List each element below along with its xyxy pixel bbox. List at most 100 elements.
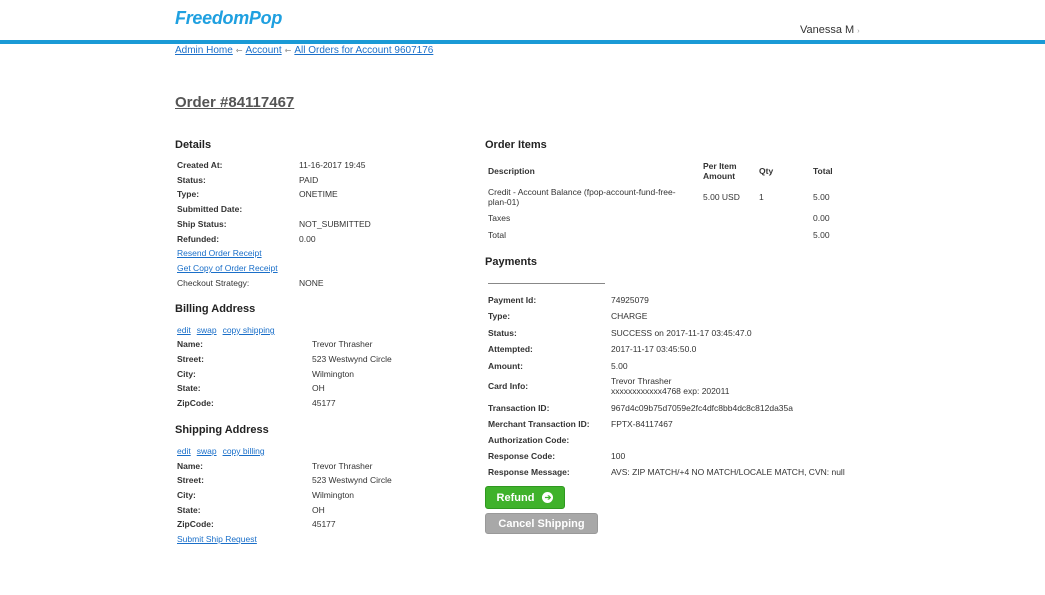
- billing-zip-value: 45177: [312, 398, 336, 408]
- response-code-value: 100: [611, 451, 626, 461]
- col-per-item-line2: Amount: [703, 171, 736, 181]
- chevron-right-icon: ›: [857, 28, 860, 35]
- authorization-code-label: Authorization Code:: [488, 435, 570, 445]
- response-code-label: Response Code:: [488, 451, 556, 461]
- col-per-item-amount: Per Item Amount: [703, 161, 737, 181]
- type-label: Type:: [177, 189, 200, 199]
- checkout-strategy-label: Checkout Strategy:: [177, 278, 250, 288]
- billing-actions: edit swap copy shipping: [177, 325, 281, 335]
- shipping-street-label: Street:: [177, 475, 204, 485]
- item-description: Credit - Account Balance (fpop-account-f…: [488, 187, 693, 207]
- billing-swap-link[interactable]: swap: [197, 325, 217, 335]
- response-message-value: AVS: ZIP MATCH/+4 NO MATCH/LOCALE MATCH,…: [611, 467, 845, 477]
- ship-status-label: Ship Status:: [177, 219, 227, 229]
- shipping-heading: Shipping Address: [175, 424, 269, 436]
- merchant-transaction-id-value: FPTX-84117467: [611, 419, 673, 429]
- resend-receipt-link[interactable]: Resend Order Receipt: [177, 248, 262, 258]
- breadcrumb-all-orders[interactable]: All Orders for Account 9607176: [294, 45, 433, 56]
- payment-amount-label: Amount:: [488, 361, 523, 371]
- payments-heading: Payments: [485, 256, 537, 268]
- ship-status-value: NOT_SUBMITTED: [299, 219, 371, 229]
- item-total: 5.00: [813, 192, 830, 202]
- shipping-actions: edit swap copy billing: [177, 446, 271, 456]
- col-description: Description: [488, 166, 535, 176]
- shipping-swap-link[interactable]: swap: [197, 446, 217, 456]
- status-value: PAID: [299, 175, 319, 185]
- billing-name-value: Trevor Thrasher: [312, 339, 373, 349]
- refund-label: Refund: [496, 491, 535, 504]
- cancel-shipping-button[interactable]: Cancel Shipping: [485, 513, 598, 534]
- arrow-left-icon: ⇽: [284, 46, 292, 55]
- item-price: 5.00 USD: [703, 192, 740, 202]
- created-at-value: 11-16-2017 19:45: [299, 160, 366, 170]
- billing-heading: Billing Address: [175, 303, 256, 315]
- shipping-state-label: State:: [177, 505, 201, 515]
- payment-attempted-label: Attempted:: [488, 344, 533, 354]
- taxes-value: 0.00: [813, 213, 830, 223]
- payment-attempted-value: 2017-11-17 03:45:50.0: [611, 344, 697, 354]
- shipping-name-value: Trevor Thrasher: [312, 461, 373, 471]
- payment-type-label: Type:: [488, 311, 511, 321]
- created-at-label: Created At:: [177, 160, 223, 170]
- shipping-state-value: OH: [312, 505, 325, 515]
- payment-status-label: Status:: [488, 328, 517, 338]
- payment-status-value: SUCCESS on 2017-11-17 03:45:47.0: [611, 328, 752, 338]
- billing-street-label: Street:: [177, 354, 204, 364]
- shipping-city-label: City:: [177, 490, 196, 500]
- shipping-edit-link[interactable]: edit: [177, 446, 191, 456]
- card-info-label: Card Info:: [488, 381, 529, 391]
- billing-state-label: State:: [177, 383, 201, 393]
- copy-receipt-link[interactable]: Get Copy of Order Receipt: [177, 263, 278, 273]
- user-menu[interactable]: Vanessa M ›: [800, 24, 860, 36]
- arrow-right-circle-icon: ➔: [542, 492, 554, 503]
- payment-type-value: CHARGE: [611, 311, 648, 321]
- submitted-date-label: Submitted Date:: [177, 204, 243, 214]
- details-heading: Details: [175, 139, 212, 151]
- col-qty: Qty: [759, 166, 774, 176]
- breadcrumb: Admin Home ⇽ Account ⇽ All Orders for Accoun…: [175, 45, 433, 56]
- shipping-zip-value: 45177: [312, 519, 336, 529]
- payment-id-label: Payment Id:: [488, 295, 537, 305]
- card-info-value: Trevor Thrasher xxxxxxxxxxxx4768 exp: 20…: [611, 376, 729, 396]
- freedompop-logo[interactable]: FreedomPop: [175, 8, 282, 29]
- col-per-item-line1: Per Item: [703, 161, 737, 171]
- total-label: Total: [488, 230, 506, 240]
- col-total: Total: [813, 166, 833, 176]
- billing-city-value: Wilmington: [312, 369, 355, 379]
- shipping-street-value: 523 Westwynd Circle: [312, 475, 392, 485]
- breadcrumb-admin-home[interactable]: Admin Home: [175, 45, 233, 56]
- transaction-id-value: 967d4c09b75d7059e2fc4dfc8bb4dc8c812da35a: [611, 403, 793, 413]
- item-description-line2: plan-01): [488, 197, 520, 207]
- breadcrumb-account[interactable]: Account: [246, 45, 282, 56]
- card-number: xxxxxxxxxxxx4768 exp: 202011: [611, 386, 730, 396]
- billing-zip-label: ZipCode:: [177, 398, 214, 408]
- billing-state-value: OH: [312, 383, 325, 393]
- page-title: Order #84117467: [175, 94, 295, 111]
- status-label: Status:: [177, 175, 206, 185]
- shipping-city-value: Wilmington: [312, 490, 355, 500]
- user-name: Vanessa M: [800, 24, 855, 36]
- shipping-zip-label: ZipCode:: [177, 519, 214, 529]
- submit-ship-request-link[interactable]: Submit Ship Request: [177, 534, 257, 544]
- refund-button[interactable]: Refund ➔: [485, 486, 565, 509]
- response-message-label: Response Message:: [488, 467, 570, 477]
- taxes-label: Taxes: [488, 213, 511, 223]
- item-qty: 1: [759, 192, 764, 202]
- refunded-value: 0.00: [299, 234, 316, 244]
- transaction-id-label: Transaction ID:: [488, 403, 550, 413]
- billing-city-label: City:: [177, 369, 196, 379]
- total-value: 5.00: [813, 230, 830, 240]
- shipping-copy-billing-link[interactable]: copy billing: [223, 446, 265, 456]
- shipping-name-label: Name:: [177, 461, 203, 471]
- billing-name-label: Name:: [177, 339, 203, 349]
- payment-id-value: 74925079: [611, 295, 649, 305]
- billing-edit-link[interactable]: edit: [177, 325, 191, 335]
- refunded-label: Refunded:: [177, 234, 220, 244]
- billing-street-value: 523 Westwynd Circle: [312, 354, 392, 364]
- payment-amount-value: 5.00: [611, 361, 628, 371]
- order-items-heading: Order Items: [485, 139, 547, 151]
- payments-divider: [488, 283, 605, 284]
- checkout-strategy-value: NONE: [299, 278, 324, 288]
- top-accent-bar: [0, 40, 1045, 44]
- billing-copy-shipping-link[interactable]: copy shipping: [223, 325, 275, 335]
